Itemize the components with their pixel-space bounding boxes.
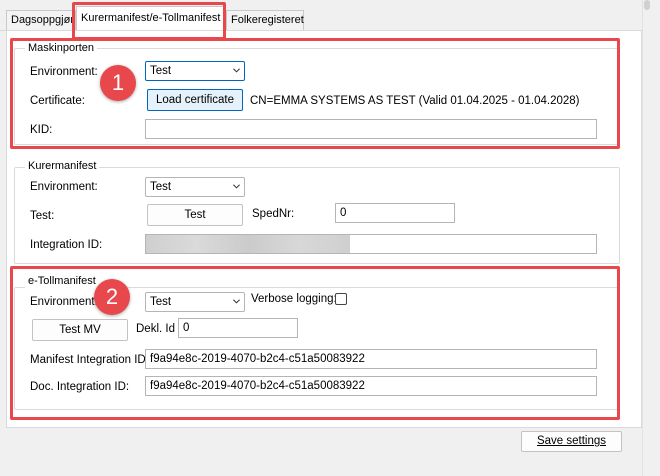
- chevron-down-icon: [233, 184, 240, 189]
- annotation-highlight-maskinporten: [10, 38, 620, 149]
- kurermanifest-group-title: Kurermanifest: [25, 160, 100, 173]
- kurermanifest-test-button[interactable]: Test: [147, 204, 243, 226]
- vertical-scrollbar[interactable]: [642, 0, 653, 476]
- annotation-highlight-tab: [72, 2, 226, 40]
- tab-folkeregisteret[interactable]: Folkeregisteret: [226, 10, 304, 30]
- spednr-label: SpedNr:: [252, 208, 295, 220]
- kurermanifest-environment-value: Test: [150, 181, 172, 193]
- kurermanifest-integration-id-input[interactable]: [145, 234, 597, 254]
- kurermanifest-environment-label: Environment:: [30, 181, 98, 193]
- redacted-integration-id: [146, 235, 350, 253]
- kurermanifest-environment-select[interactable]: Test: [145, 177, 245, 197]
- tab-dagsoppgjor[interactable]: Dagsoppgjør: [6, 10, 76, 30]
- scrollbar-thumb[interactable]: [644, 0, 650, 10]
- annotation-badge-2: 2: [94, 279, 130, 315]
- spednr-input[interactable]: 0: [335, 203, 455, 223]
- kurermanifest-integration-id-label: Integration ID:: [30, 239, 103, 251]
- kurermanifest-test-label: Test:: [30, 210, 55, 222]
- save-settings-button[interactable]: Save settings: [521, 431, 622, 452]
- annotation-badge-1: 1: [100, 65, 136, 101]
